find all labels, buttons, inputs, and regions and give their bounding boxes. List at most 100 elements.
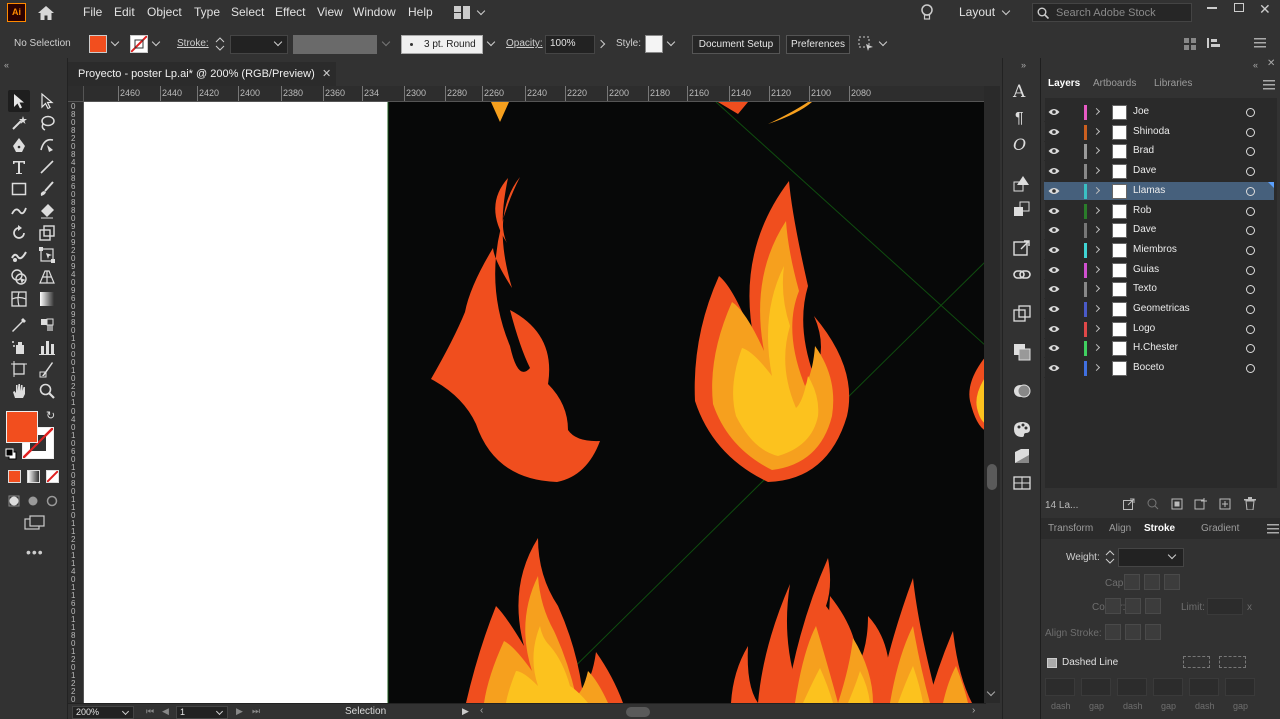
pen-tool-icon[interactable] <box>8 134 30 156</box>
tab-gradient[interactable]: Gradient <box>1201 523 1239 534</box>
screen-mode-icon[interactable] <box>24 515 46 531</box>
layer-row[interactable]: Dave <box>1044 221 1274 241</box>
layer-name[interactable]: Brad <box>1133 145 1154 156</box>
layer-name[interactable]: Guias <box>1133 264 1159 275</box>
align-stroke-outside-button[interactable] <box>1145 624 1161 640</box>
shape-panel-icon[interactable] <box>1013 175 1031 193</box>
minimize-button[interactable] <box>1207 7 1217 9</box>
layer-name[interactable]: Logo <box>1133 323 1155 334</box>
chevron-down-icon[interactable] <box>666 37 676 47</box>
artboard-tool-icon[interactable] <box>8 358 30 380</box>
eye-icon[interactable] <box>1048 265 1060 275</box>
expand-arrow-icon[interactable] <box>1092 147 1101 155</box>
shape-builder-tool-icon[interactable] <box>8 266 30 288</box>
dash-field-2[interactable] <box>1117 678 1147 696</box>
expand-arrow-icon[interactable] <box>1092 245 1101 253</box>
gradient-mode-icon[interactable] <box>27 470 40 483</box>
collapse-panel-icon[interactable]: » <box>1021 60 1026 70</box>
previous-artboard-icon[interactable]: ◀ <box>162 706 169 717</box>
menu-type[interactable]: Type <box>194 5 220 19</box>
tab-transform[interactable]: Transform <box>1048 523 1093 534</box>
target-icon[interactable] <box>1246 324 1255 334</box>
panel-menu-icon[interactable] <box>1267 524 1279 534</box>
target-icon[interactable] <box>1246 226 1255 236</box>
zoom-tool-icon[interactable] <box>36 380 58 402</box>
swap-fill-stroke-icon[interactable]: ↻ <box>46 409 55 422</box>
chevron-down-icon[interactable] <box>110 37 120 47</box>
expand-arrow-icon[interactable] <box>1092 344 1101 352</box>
none-mode-icon[interactable] <box>46 470 59 483</box>
layer-row[interactable]: Guias <box>1044 261 1274 280</box>
panel-menu-icon[interactable] <box>1263 80 1275 90</box>
preferences-button[interactable]: Preferences <box>786 35 850 54</box>
target-icon[interactable] <box>1246 265 1255 275</box>
opentype-panel-icon[interactable]: O <box>1013 135 1026 154</box>
arrange-documents-icon[interactable] <box>454 6 470 19</box>
color-guide-panel-icon[interactable] <box>1013 420 1031 438</box>
align-grid-icon[interactable] <box>1184 38 1196 50</box>
export-icon[interactable] <box>1123 498 1135 510</box>
libraries-panel-icon[interactable] <box>1013 474 1031 492</box>
layer-row[interactable]: Logo <box>1044 320 1274 339</box>
expand-arrow-icon[interactable] <box>1092 285 1101 293</box>
menu-file[interactable]: File <box>83 5 102 19</box>
hscroll-left-arrow[interactable]: ‹ <box>480 705 483 716</box>
scale-tool-icon[interactable] <box>36 222 58 244</box>
expand-arrow-icon[interactable] <box>1092 206 1101 214</box>
clipping-mask-icon[interactable] <box>1171 498 1183 510</box>
symbols-panel-icon[interactable] <box>1013 201 1031 219</box>
stroke-weight-stepper[interactable] <box>214 35 226 53</box>
eye-icon[interactable] <box>1048 225 1060 235</box>
type-tool-icon[interactable] <box>8 156 30 178</box>
layer-row[interactable]: Miembros <box>1044 241 1274 260</box>
bevel-join-button[interactable] <box>1145 598 1161 614</box>
chevron-down-icon[interactable] <box>476 6 486 16</box>
round-cap-button[interactable] <box>1144 574 1160 590</box>
vertical-ruler[interactable]: 0808208408608809092094096098010001020104… <box>68 102 84 703</box>
home-icon[interactable] <box>36 4 56 22</box>
layer-row[interactable]: Texto <box>1044 280 1274 300</box>
tab-artboards[interactable]: Artboards <box>1093 78 1136 89</box>
panel-menu-icon[interactable] <box>1254 38 1266 48</box>
dash-field-3[interactable] <box>1189 678 1219 696</box>
layer-name[interactable]: Joe <box>1133 106 1149 117</box>
layer-row[interactable]: H.Chester <box>1044 339 1274 359</box>
transform-options-icon[interactable] <box>858 36 874 52</box>
eraser-tool-icon[interactable] <box>36 200 58 222</box>
expand-arrow-icon[interactable] <box>1092 186 1101 194</box>
artboard-number-field[interactable]: 1 <box>176 706 228 719</box>
last-artboard-icon[interactable]: ⏭ <box>252 706 260 717</box>
target-icon[interactable] <box>1246 305 1255 314</box>
chevron-right-icon[interactable] <box>596 39 606 49</box>
fill-swatch-large[interactable] <box>6 411 38 443</box>
eye-icon[interactable] <box>1048 166 1060 176</box>
canvas-area[interactable] <box>68 86 986 703</box>
export-panel-icon[interactable] <box>1013 239 1031 257</box>
eye-icon[interactable] <box>1048 363 1060 373</box>
perspective-grid-tool-icon[interactable] <box>36 266 58 288</box>
target-icon[interactable] <box>1246 206 1255 216</box>
eye-icon[interactable] <box>1048 284 1060 294</box>
draw-normal-icon[interactable] <box>8 495 22 507</box>
close-button[interactable]: ✕ <box>1259 1 1271 18</box>
close-document-icon[interactable]: ✕ <box>322 67 331 80</box>
target-icon[interactable] <box>1246 186 1255 196</box>
tab-layers[interactable]: Layers <box>1048 78 1080 89</box>
target-icon[interactable] <box>1246 127 1255 137</box>
slice-tool-icon[interactable] <box>36 358 58 380</box>
column-graph-tool-icon[interactable] <box>36 336 58 358</box>
collapse-panel-icon[interactable]: « <box>4 60 9 70</box>
menu-object[interactable]: Object <box>147 5 182 19</box>
layer-name[interactable]: Dave <box>1133 165 1156 176</box>
expand-arrow-icon[interactable] <box>1092 324 1101 332</box>
artboards-panel-icon[interactable] <box>1013 305 1031 323</box>
new-layer-icon[interactable] <box>1219 498 1231 510</box>
menu-effect[interactable]: Effect <box>275 5 305 19</box>
limit-field[interactable] <box>1207 598 1243 615</box>
layer-name[interactable]: Boceto <box>1133 362 1164 373</box>
magic-wand-tool-icon[interactable] <box>8 112 30 134</box>
expand-arrow-icon[interactable] <box>1092 127 1101 135</box>
edit-toolbar-icon[interactable]: ••• <box>26 544 44 560</box>
direct-selection-tool-icon[interactable] <box>36 90 58 112</box>
gap-field-1[interactable] <box>1081 678 1111 696</box>
